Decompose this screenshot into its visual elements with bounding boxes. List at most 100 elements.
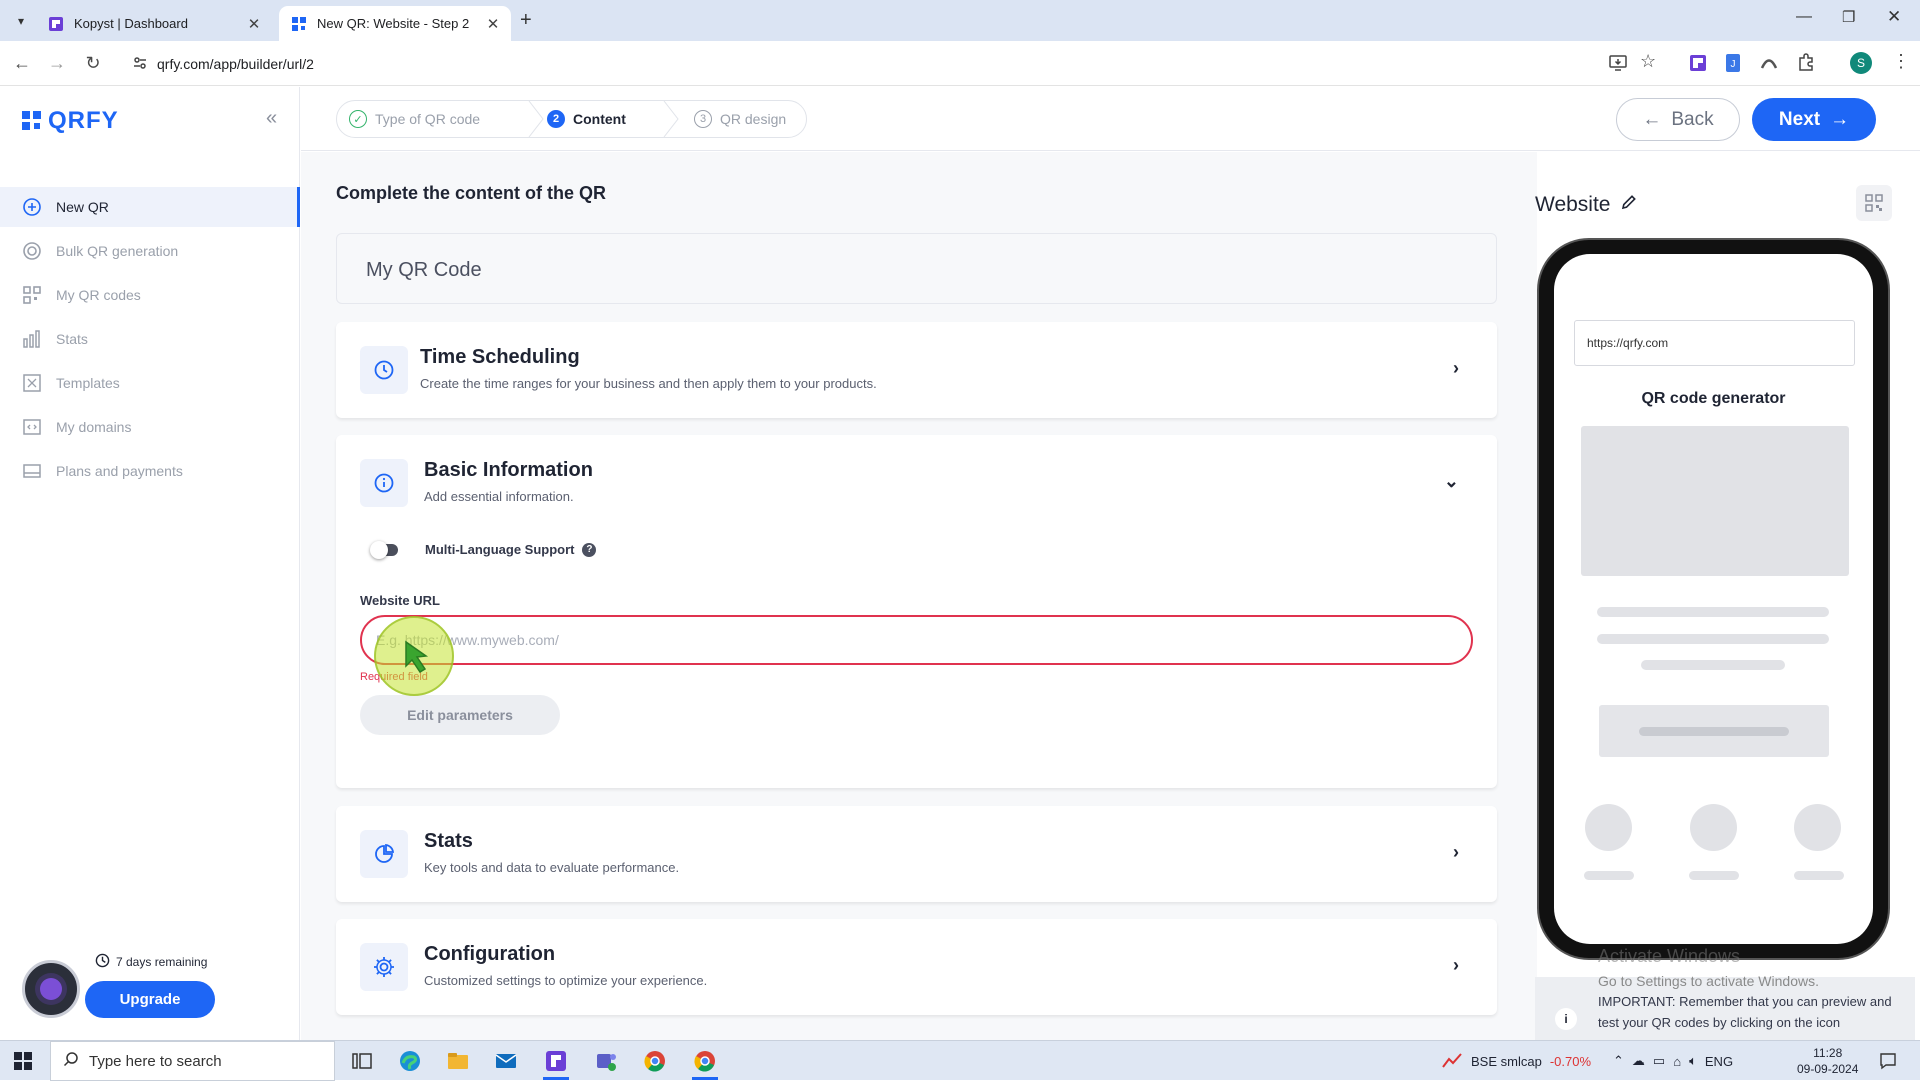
mail-icon[interactable]: [494, 1049, 518, 1073]
sidebar-item-stats[interactable]: Stats: [0, 319, 300, 359]
days-remaining-text: 7 days remaining: [116, 955, 208, 969]
arc-extension-icon[interactable]: [1759, 53, 1779, 73]
forward-arrow-icon[interactable]: →: [45, 51, 69, 75]
taskbar-clock[interactable]: 11:28 09-09-2024: [1797, 1045, 1858, 1077]
cloud-icon[interactable]: ☁: [1632, 1053, 1645, 1069]
target-icon: [22, 241, 42, 261]
tab-close-icon[interactable]: ✕: [481, 15, 505, 33]
section-subtitle: Customized settings to optimize your exp…: [424, 973, 708, 988]
task-view-icon[interactable]: [350, 1049, 374, 1073]
qr-name-field[interactable]: My QR Code: [336, 233, 1497, 304]
pencil-icon[interactable]: [1620, 193, 1638, 217]
stats-section[interactable]: Stats Key tools and data to evaluate per…: [336, 806, 1497, 902]
kopyst-extension-icon[interactable]: [1688, 53, 1708, 73]
volume-icon[interactable]: 🔈︎: [1689, 1053, 1697, 1069]
chrome-icon[interactable]: [643, 1049, 667, 1073]
page-title: Complete the content of the QR: [336, 183, 606, 203]
windows-taskbar: Type here to search BSE smlcap -0.70% ⌃ …: [0, 1040, 1920, 1081]
preview-text-line: [1641, 660, 1785, 670]
upgrade-button[interactable]: Upgrade: [85, 981, 215, 1018]
step-type-of-qr[interactable]: ✓ Type of QR code: [349, 101, 480, 137]
reload-icon[interactable]: ↻: [81, 51, 105, 75]
edit-parameters-button[interactable]: Edit parameters: [360, 695, 560, 735]
tab-kopyst-dashboard[interactable]: Kopyst | Dashboard ✕: [36, 6, 272, 41]
sidebar-item-new-qr[interactable]: New QR: [0, 187, 300, 227]
bookmark-star-icon[interactable]: ☆: [1640, 51, 1656, 72]
stepper: ✓ Type of QR code 2 Content 3 QR design: [336, 100, 807, 138]
site-settings-icon[interactable]: [132, 55, 148, 71]
tab-close-icon[interactable]: ✕: [242, 15, 266, 33]
preview-text-line: [1597, 634, 1829, 644]
taskbar-search[interactable]: Type here to search: [50, 1041, 335, 1081]
section-subtitle: Add essential information.: [424, 489, 574, 504]
section-subtitle: Key tools and data to evaluate performan…: [424, 860, 680, 875]
clock-date: 09-09-2024: [1797, 1062, 1859, 1076]
card-icon: [22, 461, 42, 481]
step-label: Content: [573, 111, 626, 127]
chevron-right-icon[interactable]: ›: [1453, 955, 1459, 976]
configuration-section[interactable]: Configuration Customized settings to opt…: [336, 919, 1497, 1015]
website-url-input[interactable]: [360, 615, 1473, 665]
step-content[interactable]: 2 Content: [547, 101, 626, 137]
browser-tab-bar: ▾ Kopyst | Dashboard ✕ New QR: Website -…: [0, 0, 1920, 41]
sidebar-item-bulk-qr[interactable]: Bulk QR generation: [0, 231, 300, 271]
preview-title-text: Website: [1535, 193, 1611, 216]
chevron-right-icon[interactable]: ›: [1453, 842, 1459, 863]
stock-name[interactable]: BSE smlcap: [1471, 1054, 1542, 1069]
qr-preview-button[interactable]: [1856, 185, 1892, 221]
battery-icon[interactable]: ▭: [1653, 1053, 1665, 1069]
doc-extension-icon[interactable]: J: [1724, 53, 1742, 73]
windows-start-icon[interactable]: [14, 1052, 32, 1070]
multi-language-toggle[interactable]: [370, 541, 406, 559]
sidebar-item-my-qr-codes[interactable]: My QR codes: [0, 275, 300, 315]
user-avatar[interactable]: [22, 960, 80, 1018]
back-arrow-icon[interactable]: ←: [10, 51, 34, 75]
sidebar-item-label: Stats: [56, 331, 88, 347]
kopyst-taskbar-icon[interactable]: [544, 1049, 568, 1073]
edge-icon[interactable]: [398, 1049, 422, 1073]
chevron-down-icon[interactable]: ⌄: [1444, 471, 1459, 492]
new-tab-icon[interactable]: +: [520, 9, 532, 32]
sidebar-item-templates[interactable]: Templates: [0, 363, 300, 403]
system-tray: BSE smlcap -0.70% ⌃ ☁ ▭ ⌂ 🔈︎ ENG: [1441, 1041, 1733, 1081]
file-explorer-icon[interactable]: [446, 1049, 470, 1073]
restore-icon[interactable]: ❐: [1842, 8, 1855, 26]
help-icon[interactable]: ?: [582, 542, 597, 557]
sidebar-item-plans-payments[interactable]: Plans and payments: [0, 451, 300, 491]
preview-info-text: IMPORTANT: Remember that you can preview…: [1598, 994, 1892, 1030]
tab-list-icon[interactable]: ▾: [10, 10, 32, 32]
next-button[interactable]: Next →: [1752, 98, 1876, 141]
qr-code-icon: [1865, 194, 1883, 212]
click-highlight: [374, 616, 454, 696]
tab-new-qr[interactable]: New QR: Website - Step 2 ✕: [279, 6, 511, 41]
bar-chart-icon: [22, 329, 42, 349]
chrome-profile-icon[interactable]: [693, 1049, 717, 1073]
back-button[interactable]: ← Back: [1616, 98, 1740, 141]
phone-screen: https://qrfy.com QR code generator: [1554, 254, 1873, 944]
browser-menu-icon[interactable]: ⋮: [1892, 51, 1910, 72]
preview-image-placeholder: [1581, 426, 1849, 576]
trial-days-remaining: 7 days remaining: [95, 953, 207, 971]
basic-information-section: Basic Information Add essential informat…: [336, 435, 1497, 788]
sidebar-item-my-domains[interactable]: My domains: [0, 407, 300, 447]
language-indicator[interactable]: ENG: [1705, 1054, 1733, 1069]
check-icon: ✓: [349, 110, 367, 128]
profile-avatar[interactable]: S: [1850, 52, 1872, 74]
network-icon[interactable]: ⌂: [1673, 1054, 1681, 1069]
time-scheduling-section[interactable]: Time Scheduling Create the time ranges f…: [336, 322, 1497, 418]
chevron-right-icon[interactable]: ›: [1453, 358, 1459, 379]
pie-chart-icon: [360, 830, 408, 878]
minimize-icon[interactable]: —: [1796, 8, 1812, 26]
qr-name-value: My QR Code: [366, 259, 482, 281]
notifications-icon[interactable]: [1878, 1051, 1898, 1071]
step-qr-design[interactable]: 3 QR design: [694, 101, 786, 137]
teams-icon[interactable]: [594, 1049, 618, 1073]
install-app-icon[interactable]: [1608, 53, 1628, 73]
window-close-icon[interactable]: ✕: [1887, 7, 1901, 27]
collapse-sidebar-icon[interactable]: «: [266, 107, 277, 130]
preview-url: https://qrfy.com: [1574, 320, 1855, 366]
chevron-up-icon[interactable]: ⌃: [1613, 1053, 1624, 1069]
qrfy-logo[interactable]: QRFY: [22, 107, 119, 135]
extensions-puzzle-icon[interactable]: [1796, 52, 1816, 72]
multi-language-support: Multi-Language Support ?: [425, 542, 597, 557]
